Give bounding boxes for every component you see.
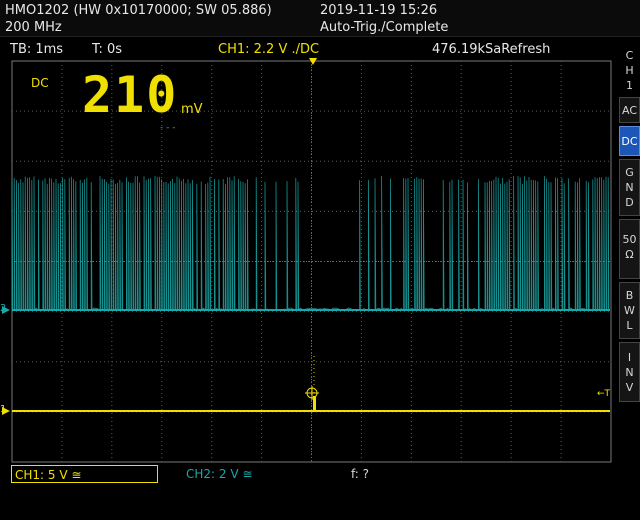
ch1-label: 1 <box>0 404 7 415</box>
bandwidth-limit-button[interactable]: BWL <box>619 282 640 339</box>
timebase-readout[interactable]: TB: 1ms <box>10 42 63 57</box>
gnd-button[interactable]: GND <box>619 159 640 216</box>
sample-rate: 476.19kSaRefresh <box>432 42 551 57</box>
acquisition-status: Auto-Trig./Complete <box>320 20 449 35</box>
impedance-50-ohm-button[interactable]: 50 Ω <box>619 219 640 279</box>
ch2-label: 2 <box>0 303 7 314</box>
side-menu-title: CH1 <box>619 46 640 96</box>
measurement-coupling: DC <box>31 76 49 90</box>
frequency-readout: f: ? <box>351 467 370 481</box>
invert-button[interactable]: INV <box>619 342 640 402</box>
measurement-unit: mV <box>181 102 203 117</box>
trigger-time-readout[interactable]: T: 0s <box>92 42 122 57</box>
measurement-value: 210 <box>82 66 179 124</box>
datetime: 2019-11-19 15:26 <box>320 3 438 18</box>
ch2-status[interactable]: CH2: 2 V ≅ <box>183 465 303 483</box>
trigger-stub <box>313 396 316 412</box>
coupling-dc-button[interactable]: DC <box>619 126 640 156</box>
device-info: HMO1202 (HW 0x10170000; SW 05.886) <box>5 3 272 18</box>
trigger-level-marker[interactable]: ←T <box>597 387 610 402</box>
coupling-ac-button[interactable]: AC <box>619 97 640 123</box>
ch1-trigger-setting[interactable]: CH1: 2.2 V ./DC <box>218 42 319 57</box>
bandwidth: 200 MHz <box>5 20 62 35</box>
ch1-status[interactable]: CH1: 5 V ≅ <box>11 465 158 483</box>
measurement-sub: - - - <box>160 123 176 133</box>
